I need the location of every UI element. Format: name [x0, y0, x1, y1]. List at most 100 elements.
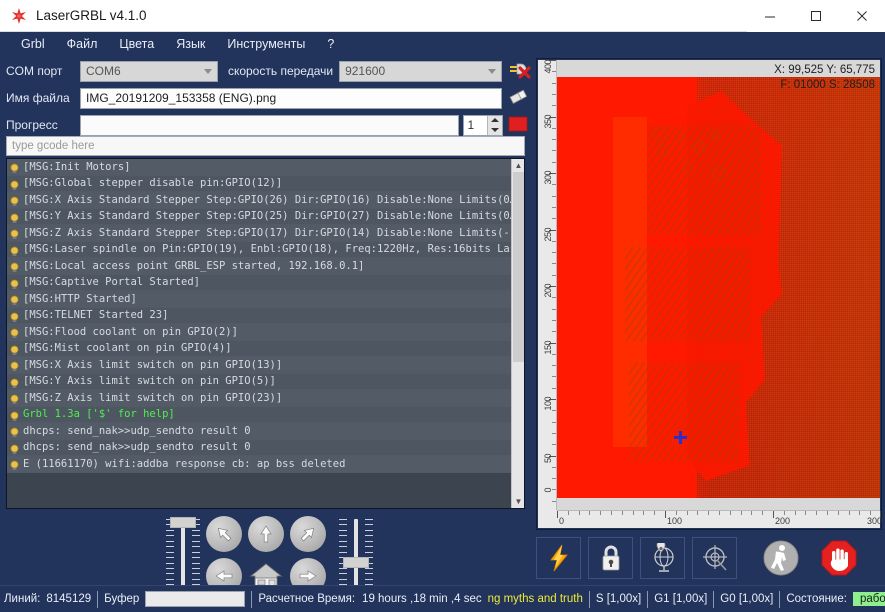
slider-tick — [365, 541, 373, 542]
stepper-down-icon[interactable] — [491, 128, 499, 132]
stepper-arrows[interactable] — [487, 116, 502, 135]
console-line: [MSG:Init Motors] — [7, 159, 511, 176]
menu-item-language[interactable]: Язык — [165, 35, 216, 53]
message-bulb-icon — [9, 293, 20, 304]
console-line-text: [MSG:Flood coolant on pin GPIO(2)] — [23, 326, 238, 338]
status-divider — [251, 591, 252, 608]
x-ruler-minor-tick — [859, 511, 860, 515]
minimize-button[interactable] — [747, 0, 793, 32]
file-name-field[interactable]: IMG_20191209_153358 (ENG).png — [80, 88, 502, 109]
menu-item-file[interactable]: Файл — [56, 35, 109, 53]
menu-item-colors[interactable]: Цвета — [108, 35, 165, 53]
laser-power-button[interactable] — [536, 537, 581, 579]
unlock-button[interactable] — [588, 537, 633, 579]
x-ruler-minor-tick — [600, 511, 601, 515]
slider-tick — [365, 573, 373, 574]
console-log[interactable]: [MSG:Init Motors][MSG:Global stepper dis… — [6, 158, 525, 509]
com-port-select[interactable]: COM6 — [80, 61, 218, 82]
scroll-down-icon[interactable]: ▼ — [512, 495, 525, 508]
menu-item-help[interactable]: ? — [316, 35, 345, 53]
slider-tick — [192, 546, 200, 547]
message-bulb-icon — [9, 244, 20, 255]
repeat-count-stepper[interactable]: 1 — [463, 115, 503, 136]
arrow-up-left-icon — [206, 516, 242, 552]
menu-bar: Grbl Файл Цвета Язык Инструменты ? — [0, 32, 885, 56]
console-line: E (11661170) wifi:addba response cb: ap … — [7, 456, 511, 473]
emergency-stop-button[interactable] — [816, 537, 861, 579]
y-ruler-minor-tick — [552, 207, 556, 208]
y-ruler-minor-tick — [552, 365, 556, 366]
x-ruler-minor-tick — [589, 511, 590, 515]
step-slider-thumb[interactable] — [343, 557, 369, 568]
message-bulb-icon — [9, 161, 20, 172]
com-port-value: COM6 — [86, 64, 121, 78]
y-ruler-minor-tick — [552, 94, 556, 95]
message-bulb-icon — [9, 227, 20, 238]
console-scrollbar[interactable]: ▲ ▼ — [511, 159, 524, 508]
x-ruler-minor-tick — [622, 511, 623, 515]
coord-fs: F: 01000 S: 28508 — [774, 78, 875, 93]
slider-tick — [339, 579, 347, 580]
slider-tick — [166, 563, 174, 564]
message-bulb-icon — [9, 277, 20, 288]
x-ruler-minor-tick — [611, 511, 612, 515]
gcode-input[interactable]: type gcode here — [6, 136, 525, 156]
slider-tick — [166, 568, 174, 569]
close-button[interactable] — [839, 0, 885, 32]
stop-square-icon[interactable] — [507, 113, 533, 137]
preview-toolbar — [536, 534, 882, 582]
y-ruler-minor-tick — [552, 489, 556, 490]
x-ruler-minor-tick — [816, 511, 817, 515]
homing-button[interactable] — [640, 537, 685, 579]
jog-up-left-button[interactable] — [203, 513, 245, 555]
slider-tick — [166, 530, 174, 531]
speed-slider-thumb[interactable] — [170, 517, 196, 528]
preview-canvas[interactable]: X: 99,525 Y: 65,775 F: 01000 S: 28508 — [557, 60, 880, 510]
message-bulb-icon — [9, 194, 20, 205]
y-ruler-minor-tick — [552, 388, 556, 389]
slider-tick — [166, 552, 174, 553]
slider-tick — [166, 541, 174, 542]
title-bar: LaserGRBL v4.1.0 — [0, 0, 885, 32]
message-bulb-icon — [9, 178, 20, 189]
slider-tick — [365, 568, 373, 569]
x-ruler-minor-tick — [838, 511, 839, 515]
maximize-button[interactable] — [793, 0, 839, 32]
tip-marquee: ng myths and truth — [488, 593, 583, 605]
scroll-up-icon[interactable]: ▲ — [512, 159, 525, 172]
slider-tick — [365, 535, 373, 536]
g0-override[interactable]: G0 [1,00x] — [720, 593, 773, 605]
console-line: [MSG:Mist coolant on pin GPIO(4)] — [7, 341, 511, 358]
x-ruler-minor-tick — [751, 511, 752, 515]
jog-up-right-button[interactable] — [287, 513, 329, 555]
stepper-up-icon[interactable] — [491, 118, 499, 122]
baud-rate-select[interactable]: 921600 — [339, 61, 502, 82]
coordinate-readout: X: 99,525 Y: 65,775 F: 01000 S: 28508 — [774, 63, 875, 93]
engraving-hatch-2 — [625, 247, 750, 342]
console-line-text: [MSG:X Axis limit switch on pin GPIO(13)… — [23, 359, 282, 371]
disconnect-plug-icon[interactable] — [507, 59, 533, 83]
y-ruler-minor-tick — [552, 128, 556, 129]
slider-tick — [166, 535, 174, 536]
console-line-text: [MSG:Z Axis Standard Stepper Step:GPIO(1… — [23, 227, 511, 239]
g1-override[interactable]: G1 [1,00x] — [654, 593, 707, 605]
menu-item-grbl[interactable]: Grbl — [10, 35, 56, 53]
menu-item-tools[interactable]: Инструменты — [216, 35, 316, 53]
scrollbar-thumb[interactable] — [513, 172, 524, 362]
message-bulb-icon — [9, 343, 20, 354]
s-override[interactable]: S [1,00x] — [596, 593, 641, 605]
baud-rate-value: 921600 — [345, 64, 385, 78]
slider-tick — [192, 573, 200, 574]
frame-run-button[interactable] — [758, 537, 803, 579]
x-ruler-tick — [773, 511, 774, 518]
set-zero-button[interactable] — [692, 537, 737, 579]
eraser-icon[interactable] — [507, 86, 533, 110]
jog-up-button[interactable] — [245, 513, 287, 555]
globe-pin-icon — [648, 543, 678, 573]
x-ruler-minor-tick — [579, 511, 580, 515]
x-ruler-minor-tick — [827, 511, 828, 515]
x-ruler-minor-tick — [870, 511, 871, 515]
repeat-count-value: 1 — [468, 118, 475, 132]
console-line-text: [MSG:Mist coolant on pin GPIO(4)] — [23, 342, 232, 354]
slider-tick — [339, 541, 347, 542]
